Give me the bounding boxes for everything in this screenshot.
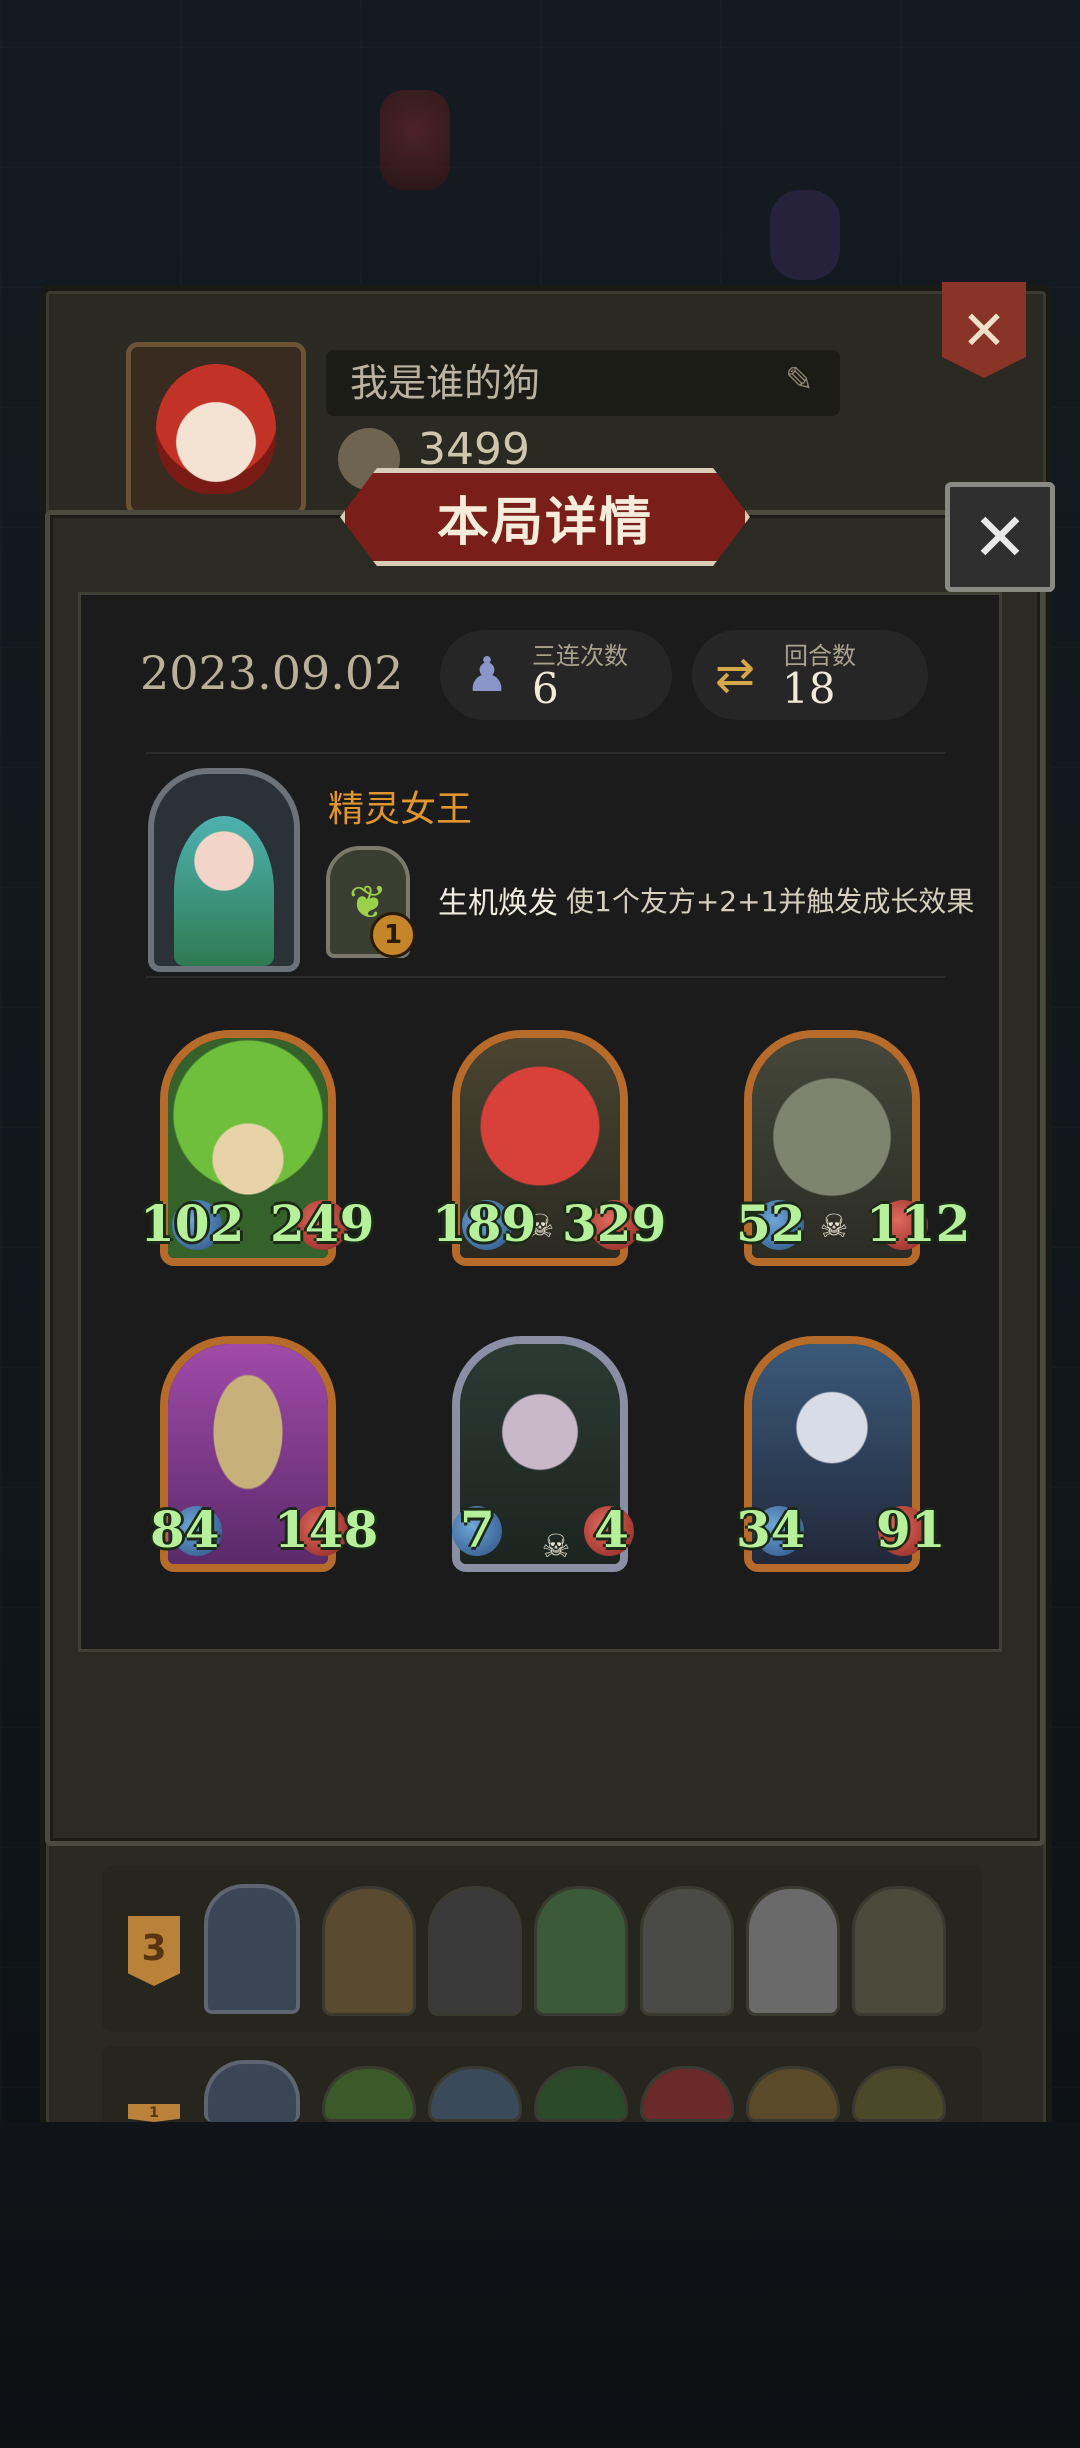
history-hero-portrait — [204, 2060, 300, 2122]
round-count-value: 18 — [782, 664, 836, 713]
match-date: 2023.09.02 — [140, 646, 404, 700]
hero-portrait[interactable] — [148, 768, 300, 972]
skull-icon: ☠ — [819, 1207, 849, 1245]
background-floor — [0, 2122, 1080, 2448]
player-name: 我是谁的狗 — [326, 350, 840, 416]
skull-icon: ☠ — [541, 1527, 571, 1565]
unit-attack: 34 — [736, 1500, 806, 1559]
unit-attack: 7 — [460, 1500, 495, 1559]
avatar-icon — [156, 364, 276, 494]
potion-bottle — [770, 190, 840, 280]
history-unit — [322, 1886, 416, 2016]
edit-name-icon[interactable]: ✎ — [785, 360, 825, 404]
unit-health: 148 — [274, 1500, 379, 1559]
modal-close-button[interactable]: ✕ — [945, 482, 1055, 592]
skill-description: 使1个友方+2+1并触发成长效果 — [566, 885, 975, 918]
hero-name: 精灵女王 — [328, 789, 473, 830]
rank-badge: 1 — [128, 2104, 180, 2122]
unit-attack: 52 — [736, 1194, 806, 1253]
unit-attack: 102 — [140, 1194, 245, 1253]
modal-title: 本局详情 — [340, 468, 750, 566]
history-unit — [852, 1886, 946, 2016]
unit-health: 112 — [866, 1194, 971, 1253]
unit-health: 249 — [270, 1194, 375, 1253]
history-unit — [746, 1886, 840, 2016]
history-hero-portrait — [204, 1884, 300, 2014]
rounds-icon: ⇄ — [714, 647, 756, 703]
triple-icon: ♟ — [465, 647, 509, 703]
player-avatar — [126, 342, 306, 516]
divider — [146, 976, 946, 978]
divider — [146, 752, 946, 754]
elf-queen-art — [174, 816, 274, 966]
triple-count-value: 6 — [532, 664, 559, 713]
skill-level-badge: 1 — [370, 912, 416, 958]
skill-name: 生机焕发 — [438, 886, 558, 921]
unit-health: 4 — [594, 1500, 629, 1559]
history-unit — [640, 1886, 734, 2016]
history-unit — [428, 1886, 522, 2016]
unit-attack: 84 — [150, 1500, 220, 1559]
unit-health: 329 — [562, 1194, 667, 1253]
unit-health: 91 — [876, 1500, 946, 1559]
history-unit — [534, 1886, 628, 2016]
player-score: 3499 — [418, 424, 530, 475]
hanging-lantern — [380, 90, 450, 190]
unit-attack: 189 — [432, 1194, 537, 1253]
rank-badge: 3 — [128, 1916, 180, 1986]
